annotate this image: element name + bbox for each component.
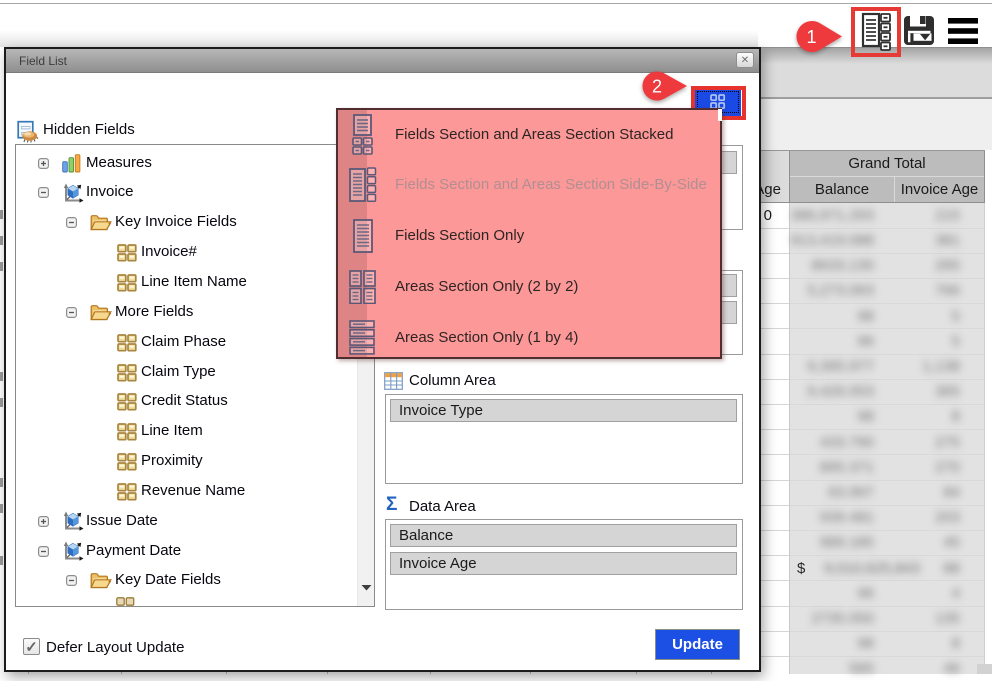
svg-text:2: 2 xyxy=(652,77,662,97)
svg-text:1: 1 xyxy=(806,27,816,47)
